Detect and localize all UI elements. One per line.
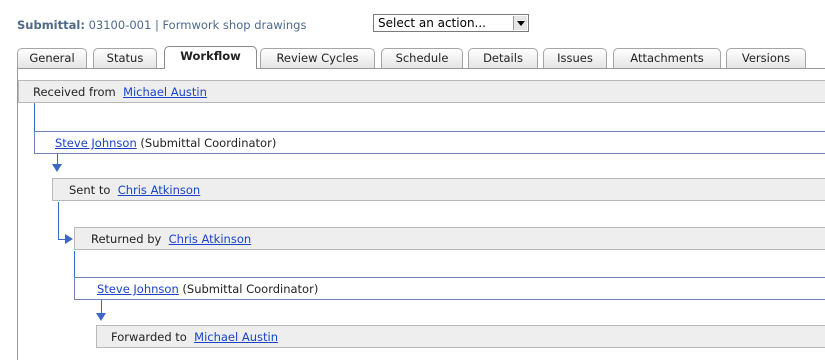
step-action: Returned by: [91, 232, 162, 246]
tab-schedule[interactable]: Schedule: [381, 48, 463, 68]
tab-review-cycles[interactable]: Review Cycles: [260, 48, 375, 68]
tab-bar: General Status Workflow Review Cycles Sc…: [17, 46, 825, 69]
workflow-step: Sent to Chris Atkinson: [52, 178, 825, 201]
tab-issues[interactable]: Issues: [543, 48, 607, 68]
person-link[interactable]: Michael Austin: [123, 85, 207, 99]
workflow-panel: Received from Michael Austin Steve Johns…: [17, 68, 825, 360]
role-label: (Submittal Coordinator): [182, 282, 319, 296]
page-title: Submittal: 03100-001 | Formwork shop dra…: [17, 18, 307, 32]
tab-workflow[interactable]: Workflow: [164, 46, 257, 69]
workflow-step: Received from Michael Austin: [18, 80, 825, 103]
arrow-right-icon: [65, 234, 73, 244]
arrow-down-icon: [96, 313, 106, 321]
workflow-step: Forwarded to Michael Austin: [96, 325, 825, 348]
action-select[interactable]: Select an action...: [373, 14, 529, 32]
person-link[interactable]: Chris Atkinson: [169, 232, 252, 246]
action-select-value: Select an action...: [378, 16, 486, 30]
person-link[interactable]: Chris Atkinson: [118, 183, 201, 197]
tab-status[interactable]: Status: [93, 48, 157, 68]
submittal-label: Submittal: [17, 18, 81, 32]
person-link[interactable]: Steve Johnson: [55, 136, 137, 150]
chevron-down-icon[interactable]: [513, 16, 527, 30]
tab-general[interactable]: General: [17, 48, 87, 68]
arrow-down-icon: [52, 164, 62, 172]
tab-versions[interactable]: Versions: [726, 48, 806, 68]
workflow-step: Steve Johnson (Submittal Coordinator): [34, 131, 825, 154]
role-label: (Submittal Coordinator): [140, 136, 277, 150]
tab-details[interactable]: Details: [468, 48, 538, 68]
workflow-step: Returned by Chris Atkinson: [74, 227, 825, 250]
title-separator: |: [154, 18, 159, 32]
workflow-step: Steve Johnson (Submittal Coordinator): [74, 277, 825, 300]
submittal-name: Formwork shop drawings: [162, 18, 307, 32]
tab-attachments[interactable]: Attachments: [613, 48, 721, 68]
person-link[interactable]: Michael Austin: [194, 330, 278, 344]
person-link[interactable]: Steve Johnson: [97, 282, 179, 296]
step-action: Sent to: [69, 183, 111, 197]
step-action: Forwarded to: [111, 330, 187, 344]
step-action: Received from: [33, 85, 116, 99]
connector-line: [58, 202, 59, 240]
submittal-id: 03100-001: [88, 18, 152, 32]
header-bar: Submittal: 03100-001 | Formwork shop dra…: [0, 0, 825, 40]
